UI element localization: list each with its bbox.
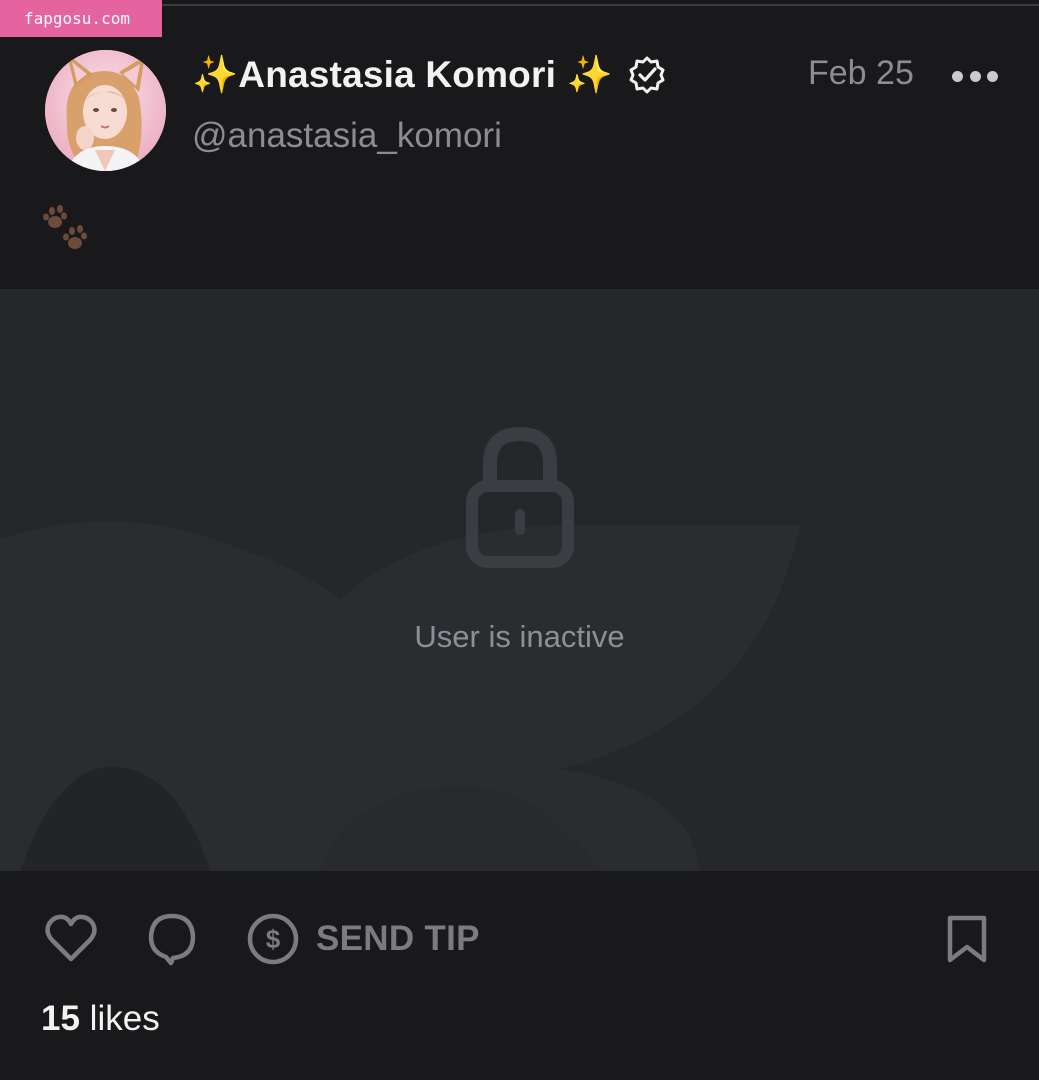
send-tip-label: SEND TIP <box>316 919 480 958</box>
blurred-background-shape <box>0 521 800 871</box>
more-dots-icon[interactable] <box>952 66 998 86</box>
svg-text:$: $ <box>266 924 281 954</box>
author-name-row: ✨Anastasia Komori ✨ <box>192 52 667 98</box>
dot <box>952 70 963 82</box>
lock-icon <box>466 426 574 568</box>
avatar[interactable] <box>45 50 166 171</box>
bookmark-icon[interactable] <box>945 913 989 965</box>
avatar-image <box>45 50 166 171</box>
post-date[interactable]: Feb 25 <box>808 54 914 93</box>
paw-prints-icon <box>43 205 87 249</box>
locked-media-area[interactable]: User is inactive <box>0 289 1039 871</box>
verified-badge-icon <box>629 56 665 94</box>
dot <box>987 70 998 82</box>
comment-bubble-icon[interactable] <box>147 912 197 966</box>
likes-label: likes <box>89 999 160 1038</box>
post-card: fapgosu.com ✨Anastasia Komori ✨ Feb 25 @… <box>0 0 1039 1080</box>
heart-icon[interactable] <box>44 914 98 964</box>
watermark-label: fapgosu.com <box>0 0 162 37</box>
send-tip-button[interactable]: $ SEND TIP <box>246 911 480 967</box>
likes-count[interactable]: 15 likes <box>41 999 160 1039</box>
likes-number: 15 <box>41 999 80 1038</box>
author-username[interactable]: @anastasia_komori <box>192 116 502 156</box>
dollar-circle-icon: $ <box>247 913 299 965</box>
post-actions-bar: $ SEND TIP 15 likes <box>0 871 1039 1080</box>
author-display-name[interactable]: ✨Anastasia Komori ✨ <box>192 54 613 97</box>
media-status-text: User is inactive <box>414 619 625 654</box>
dot <box>969 70 981 82</box>
